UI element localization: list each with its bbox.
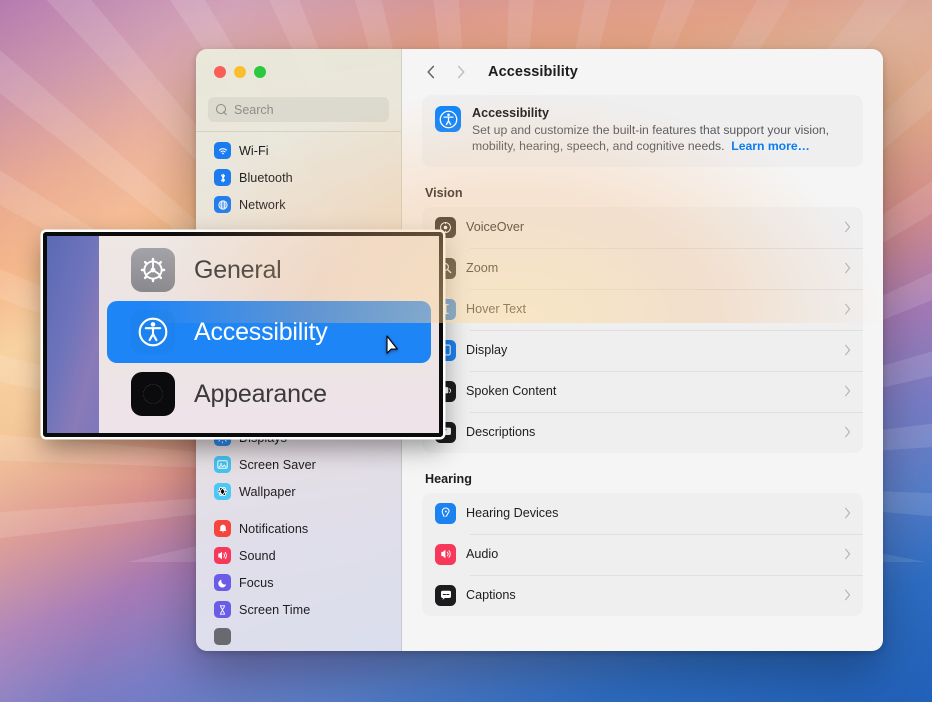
- row-label: Spoken Content: [466, 384, 557, 399]
- row-display[interactable]: Display: [422, 329, 863, 371]
- row-descriptions[interactable]: ” Descriptions: [422, 411, 863, 453]
- sidebar-item-notifications[interactable]: Notifications: [202, 515, 395, 542]
- learn-more-link[interactable]: Learn more…: [731, 139, 810, 153]
- row-audio[interactable]: Audio: [422, 533, 863, 575]
- magnified-item-general[interactable]: General: [107, 239, 431, 301]
- magnified-item-label: General: [194, 255, 282, 284]
- sidebar-item-bluetooth[interactable]: Bluetooth: [202, 164, 395, 191]
- network-icon: [214, 196, 231, 213]
- chevron-right-icon: [844, 589, 851, 601]
- sidebar-group-system: Notifications Sound Focus Screen Time: [196, 515, 401, 651]
- magnified-item-appearance[interactable]: Appearance: [107, 363, 431, 425]
- row-hearing-devices[interactable]: Hearing Devices: [422, 493, 863, 534]
- section-heading-vision: Vision: [425, 185, 463, 200]
- window-controls[interactable]: [196, 49, 401, 89]
- accessibility-icon: [435, 106, 461, 132]
- svg-text:”: ”: [445, 429, 447, 435]
- banner-title: Accessibility: [472, 106, 550, 120]
- chevron-right-icon: [844, 548, 851, 560]
- magnified-item-accessibility[interactable]: Accessibility: [107, 301, 431, 363]
- accessibility-icon: [131, 310, 175, 354]
- sidebar-item-network[interactable]: Network: [202, 191, 395, 218]
- hearing-device-icon: [435, 502, 456, 524]
- banner-description: Set up and customize the built-in featur…: [472, 122, 850, 155]
- content-pane: Accessibility Accessibility Set up and c…: [402, 49, 883, 651]
- appearance-icon: [131, 372, 175, 416]
- audio-icon: [435, 543, 456, 565]
- moon-icon: [214, 574, 231, 591]
- gear-icon: [131, 248, 175, 292]
- row-spoken-content[interactable]: Spoken Content: [422, 370, 863, 412]
- settings-scroll-area[interactable]: Accessibility Set up and customize the b…: [402, 95, 883, 651]
- chevron-right-icon: [844, 385, 851, 397]
- sidebar-item-label: Bluetooth: [239, 170, 293, 185]
- sidebar-item-label: Notifications: [239, 521, 309, 536]
- search-input[interactable]: Search: [208, 97, 389, 122]
- chevron-right-icon: [844, 221, 851, 233]
- row-hover-text[interactable]: Hover Text: [422, 288, 863, 330]
- magnified-item-label: Accessibility: [194, 317, 328, 346]
- toolbar: Accessibility: [402, 49, 883, 95]
- row-captions[interactable]: Captions: [422, 574, 863, 616]
- magnified-sidebar: General Accessibility Appearance: [99, 236, 439, 433]
- sidebar-item-label: Screen Saver: [239, 457, 316, 472]
- bell-icon: [214, 520, 231, 537]
- page-title: Accessibility: [488, 64, 578, 80]
- sidebar-item-focus[interactable]: Focus: [202, 569, 395, 596]
- sidebar-item-label: Wi-Fi: [239, 143, 269, 158]
- search-container: Search: [196, 89, 401, 131]
- row-label: Hearing Devices: [466, 506, 559, 521]
- row-label: Audio: [466, 547, 499, 562]
- bluetooth-icon: [214, 169, 231, 186]
- row-voiceover[interactable]: VoiceOver: [422, 207, 863, 248]
- sidebar-item-label: Sound: [239, 548, 276, 563]
- magnified-item-label: Appearance: [194, 379, 327, 408]
- magnified-wallpaper: [47, 236, 99, 433]
- row-label: Zoom: [466, 261, 499, 276]
- chevron-left-icon[interactable]: [420, 61, 442, 83]
- row-zoom[interactable]: Zoom: [422, 247, 863, 289]
- sidebar-item-screen-time[interactable]: Screen Time: [202, 596, 395, 623]
- chevron-right-icon[interactable]: [450, 61, 472, 83]
- search-placeholder: Search: [234, 102, 274, 117]
- row-label: VoiceOver: [466, 220, 525, 235]
- search-icon: [216, 103, 228, 116]
- section-heading-hearing: Hearing: [425, 471, 472, 486]
- zoom-button[interactable]: [254, 66, 266, 78]
- chevron-right-icon: [844, 426, 851, 438]
- wallpaper-icon: [214, 483, 231, 500]
- row-label: Captions: [466, 588, 516, 603]
- hearing-card: Hearing Devices Audio Captions: [422, 492, 863, 616]
- sidebar-item-screen-saver[interactable]: Screen Saver: [202, 451, 395, 478]
- hourglass-icon: [214, 601, 231, 618]
- sidebar-item-label: Wallpaper: [239, 484, 296, 499]
- captions-icon: [435, 584, 456, 606]
- wifi-icon: [214, 142, 231, 159]
- desktop-wallpaper: Search Wi-Fi Bluetooth Network Displays …: [0, 0, 932, 702]
- partial-icon: [214, 628, 231, 645]
- sidebar-item-wallpaper[interactable]: Wallpaper: [202, 478, 395, 505]
- vision-card: VoiceOver Zoom Hover Text Display Spoken…: [422, 206, 863, 453]
- sidebar-item-label: Screen Time: [239, 602, 311, 617]
- chevron-right-icon: [844, 303, 851, 315]
- close-button[interactable]: [214, 66, 226, 78]
- sidebar-item-label: Focus: [239, 575, 274, 590]
- chevron-right-icon: [844, 344, 851, 356]
- chevron-right-icon: [844, 507, 851, 519]
- sidebar-item-label: Network: [239, 197, 286, 212]
- screen-saver-icon: [214, 456, 231, 473]
- accessibility-banner: Accessibility Set up and customize the b…: [422, 95, 863, 167]
- sidebar-group-connectivity: Wi-Fi Bluetooth Network: [196, 137, 401, 228]
- chevron-right-icon: [844, 262, 851, 274]
- minimize-button[interactable]: [234, 66, 246, 78]
- zoom-magnifier-overlay: General Accessibility Appearance: [43, 232, 443, 437]
- row-label: Hover Text: [466, 302, 526, 317]
- sidebar-item-partial[interactable]: [202, 623, 395, 650]
- row-label: Display: [466, 343, 508, 358]
- speaker-icon: [214, 547, 231, 564]
- row-label: Descriptions: [466, 425, 536, 440]
- sidebar-item-sound[interactable]: Sound: [202, 542, 395, 569]
- sidebar-item-wifi[interactable]: Wi-Fi: [202, 137, 395, 164]
- sidebar-group-display: Displays Screen Saver Wallpaper: [196, 424, 401, 515]
